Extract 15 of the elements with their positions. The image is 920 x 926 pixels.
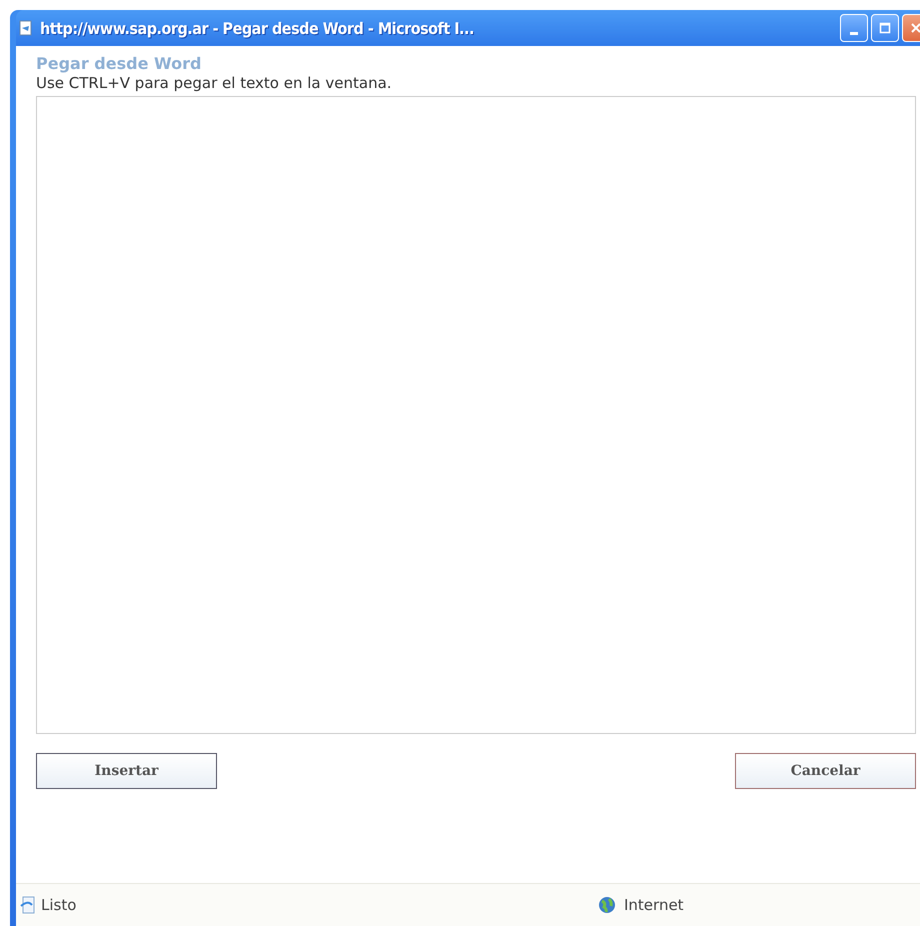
minimize-icon: [850, 32, 858, 34]
zone-text: Internet: [624, 896, 684, 914]
maximize-button[interactable]: [871, 14, 899, 42]
insert-button[interactable]: Insertar: [36, 753, 217, 789]
page-icon: [18, 20, 34, 36]
page-icon: [20, 896, 36, 914]
globe-icon: [598, 896, 616, 914]
cancel-button[interactable]: Cancelar: [735, 753, 916, 789]
close-icon: [910, 22, 920, 34]
window-title: http://www.sap.org.ar - Pegar desde Word - Microsoft I...: [40, 18, 474, 38]
maximize-icon: [879, 22, 891, 34]
minimize-button[interactable]: [840, 14, 868, 42]
dialog-title: Pegar desde Word: [36, 54, 202, 73]
instructions-text: Use CTRL+V para pegar el texto en la ventana.: [36, 74, 393, 92]
status-text: Listo: [41, 896, 76, 914]
